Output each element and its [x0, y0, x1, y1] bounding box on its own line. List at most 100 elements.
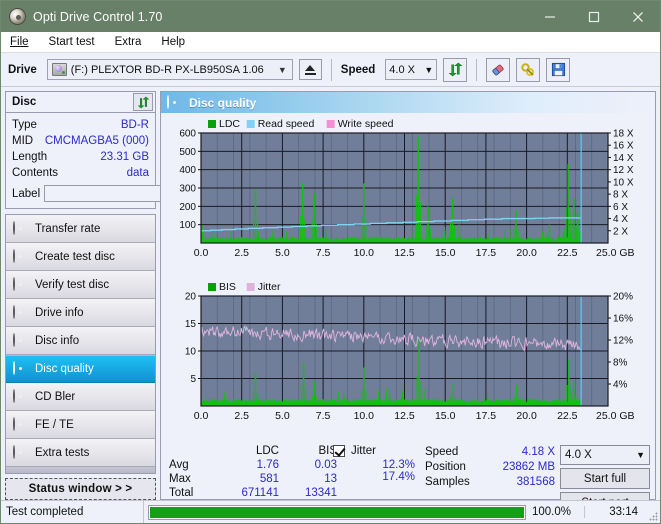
- svg-text:12.5: 12.5: [394, 247, 415, 259]
- svg-text:5.0: 5.0: [275, 410, 290, 422]
- stats-row-max-label: Max: [169, 473, 213, 485]
- position-stat-value: 23862 MB: [483, 461, 555, 473]
- refresh-icon: [137, 96, 150, 109]
- test-speed-select[interactable]: 4.0 X ▼: [560, 445, 650, 465]
- nav-list: Transfer rate Create test disc Verify te…: [5, 214, 156, 474]
- window-title: Opti Drive Control 1.70: [33, 10, 162, 24]
- disc-row-contents-key: Contents: [12, 165, 58, 181]
- speed-select[interactable]: 4.0 X ▼: [385, 59, 437, 80]
- sidebar-item-verify-test-disc[interactable]: Verify test disc: [6, 271, 155, 299]
- sidebar-item-label: Verify test disc: [35, 279, 109, 291]
- stats-row-total-bis: 13341: [279, 487, 337, 499]
- menu-start-test-label: Start test: [49, 36, 95, 48]
- maximize-button[interactable]: [572, 1, 616, 32]
- disc-row-type: Type BD-R: [12, 117, 149, 133]
- svg-text:500: 500: [179, 147, 196, 158]
- main-panel-header: Disc quality: [161, 92, 655, 113]
- disc-row-contents-value: data: [127, 165, 149, 181]
- stats-row-total-ldc: 671141: [213, 487, 279, 499]
- sidebar-item-extra-tests[interactable]: Extra tests: [6, 439, 155, 467]
- sidebar-item-label: FE / TE: [35, 419, 74, 431]
- svg-text:0.0: 0.0: [194, 410, 209, 422]
- minimize-button[interactable]: [528, 1, 572, 32]
- stats-header-bis: BIS: [279, 445, 337, 457]
- svg-text:18 X: 18 X: [613, 129, 634, 140]
- start-full-button[interactable]: Start full: [560, 468, 650, 489]
- disc-icon: [13, 222, 28, 236]
- jitter-max-value: 17.4%: [333, 471, 425, 483]
- eject-button[interactable]: [299, 59, 322, 80]
- sidebar-item-disc-quality[interactable]: Disc quality: [6, 355, 155, 383]
- refresh-button[interactable]: [443, 58, 467, 82]
- sidebar-item-transfer-rate[interactable]: Transfer rate: [6, 215, 155, 243]
- resize-grip[interactable]: [646, 501, 660, 523]
- sidebar-item-label: Extra tests: [35, 447, 89, 459]
- svg-text:20.0: 20.0: [516, 410, 537, 422]
- svg-text:100: 100: [179, 220, 196, 231]
- stats-grid: LDC BIS Avg 1.76 0.03 Max 581 13 Total 6…: [169, 445, 333, 499]
- menu-bar: File Start test Extra Help: [1, 32, 660, 53]
- svg-text:LDC: LDC: [219, 118, 240, 130]
- stats-row-avg-label: Avg: [169, 459, 213, 471]
- drive-label: Drive: [8, 64, 37, 76]
- menu-help[interactable]: Help: [161, 36, 185, 48]
- disc-refresh-button[interactable]: [133, 93, 153, 111]
- chevron-down-icon: ▼: [424, 65, 433, 75]
- svg-text:5: 5: [190, 374, 196, 385]
- menu-extra[interactable]: Extra: [115, 36, 142, 48]
- jitter-label: Jitter: [351, 445, 376, 457]
- sidebar-item-fe-te[interactable]: FE / TE: [6, 411, 155, 439]
- svg-text:15.0: 15.0: [435, 247, 456, 259]
- sidebar-item-label: Disc quality: [35, 363, 94, 375]
- save-button[interactable]: [546, 58, 570, 82]
- drive-select[interactable]: (F:) PLEXTOR BD-R PX-LB950SA 1.06 ▼: [47, 59, 293, 80]
- menu-help-label: Help: [161, 36, 185, 48]
- menu-start-test[interactable]: Start test: [49, 36, 95, 48]
- jitter-checkbox-row[interactable]: Jitter: [333, 445, 425, 457]
- disc-label-key: Label: [12, 188, 40, 200]
- svg-text:2.5: 2.5: [234, 410, 249, 422]
- svg-text:16%: 16%: [613, 314, 633, 325]
- svg-text:22.5: 22.5: [557, 247, 578, 259]
- progress-bar: [148, 505, 526, 520]
- charts-area: LDCRead speedWrite speed1002003004005006…: [161, 113, 655, 441]
- sidebar: Disc Type BD-R MID CMCM: [5, 91, 156, 500]
- floppy-save-icon: [551, 62, 566, 77]
- main-body: Disc Type BD-R MID CMCM: [1, 87, 660, 500]
- settings-button[interactable]: [516, 58, 540, 82]
- disc-icon: [13, 278, 28, 292]
- sidebar-item-create-test-disc[interactable]: Create test disc: [6, 243, 155, 271]
- disc-icon: [13, 390, 28, 404]
- svg-text:10 X: 10 X: [613, 177, 634, 188]
- toolbar: Drive (F:) PLEXTOR BD-R PX-LB950SA 1.06 …: [1, 53, 660, 87]
- chart-bis-jitter: BISJitter51015204%8%12%16%20%0.02.55.07.…: [164, 278, 652, 441]
- menu-file-label: File: [10, 36, 29, 48]
- svg-text:10: 10: [185, 347, 197, 358]
- erase-button[interactable]: [486, 58, 510, 82]
- sidebar-item-disc-info[interactable]: Disc info: [6, 327, 155, 355]
- svg-text:4 X: 4 X: [613, 214, 628, 225]
- status-message: Test completed: [1, 506, 143, 518]
- menu-file[interactable]: File: [10, 36, 29, 48]
- sidebar-item-label: Disc info: [35, 335, 79, 347]
- svg-text:2.5: 2.5: [234, 247, 249, 259]
- jitter-avg-value: 12.3%: [333, 459, 425, 471]
- status-window-button[interactable]: Status window > >: [5, 478, 156, 500]
- drive-select-value: (F:) PLEXTOR BD-R PX-LB950SA 1.06: [71, 64, 264, 76]
- svg-text:16 X: 16 X: [613, 141, 634, 152]
- sidebar-item-drive-info[interactable]: Drive info: [6, 299, 155, 327]
- disc-row-contents: Contents data: [12, 165, 149, 181]
- disc-icon: [13, 334, 28, 348]
- sidebar-item-cd-bler[interactable]: CD Bler: [6, 383, 155, 411]
- window-buttons: [528, 1, 660, 32]
- stats-row-avg-ldc: 1.76: [213, 459, 279, 471]
- jitter-checkbox[interactable]: [333, 445, 345, 457]
- app-icon: [9, 8, 26, 25]
- svg-text:14 X: 14 X: [613, 153, 634, 164]
- disc-icon: [13, 250, 28, 264]
- stats-header-ldc: LDC: [213, 445, 279, 457]
- disc-row-length-key: Length: [12, 149, 47, 165]
- sidebar-item-label: CD Bler: [35, 391, 75, 403]
- close-button[interactable]: [616, 1, 660, 32]
- svg-text:15.0: 15.0: [435, 410, 456, 422]
